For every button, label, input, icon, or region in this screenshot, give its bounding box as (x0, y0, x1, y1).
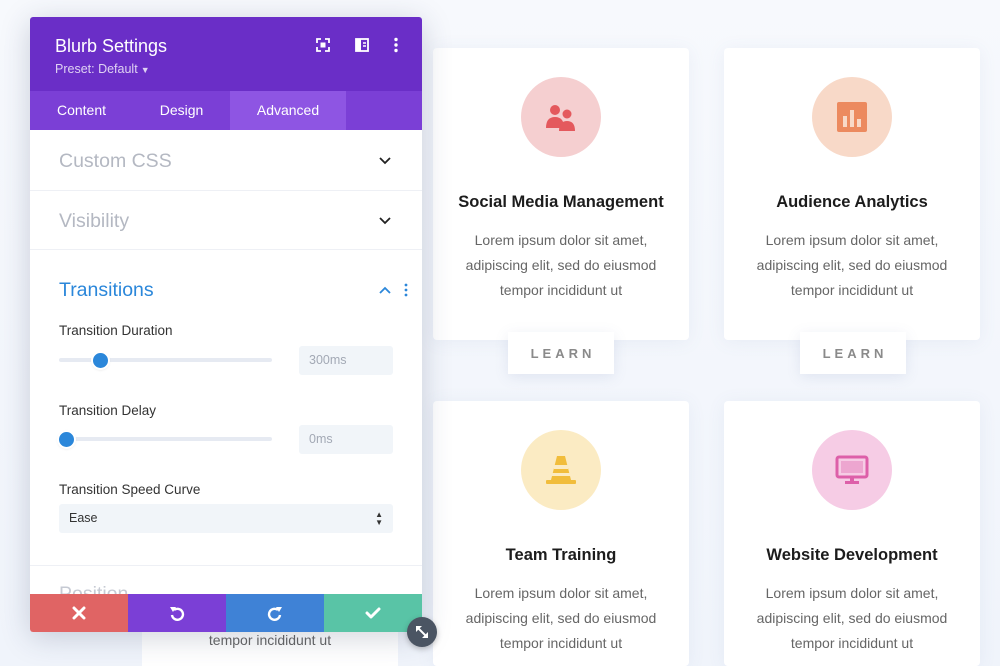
field-label: Transition Delay (59, 403, 157, 418)
blurb-card[interactable]: Website Development Lorem ipsum dolor si… (724, 401, 980, 666)
panel-header[interactable]: Blurb Settings Preset: Default ▼ (30, 17, 422, 91)
card-body: Lorem ipsum dolor sit amet, adipiscing e… (756, 232, 948, 298)
card-title: Audience Analytics (776, 193, 928, 211)
traffic-cone-icon (521, 430, 601, 510)
undo-icon (170, 607, 185, 621)
blurb-card[interactable]: Team Training Lorem ipsum dolor sit amet… (433, 401, 689, 666)
blurb-card[interactable]: Social Media Management Lorem ipsum dolo… (433, 48, 689, 340)
duration-slider-track[interactable] (59, 358, 272, 362)
field-label: Transition Speed Curve (59, 482, 201, 497)
hidden-card-text: tempor incididunt ut (208, 632, 332, 648)
field-label: Transition Duration (59, 323, 173, 338)
speed-curve-select[interactable]: Ease ▲ ▼ (59, 504, 393, 533)
more-options-icon[interactable] (387, 36, 405, 54)
monitor-icon (812, 430, 892, 510)
panel-title: Blurb Settings (55, 36, 168, 56)
blurb-card[interactable]: Audience Analytics Lorem ipsum dolor sit… (724, 48, 980, 340)
card-title: Website Development (766, 546, 938, 564)
duration-input[interactable]: 300ms (299, 346, 393, 375)
preset-label: Preset: Default (55, 62, 138, 76)
select-value: Ease (69, 511, 98, 525)
panel-footer (30, 594, 422, 632)
learn-button[interactable]: LEARN (508, 332, 614, 374)
tab-content[interactable]: Content (30, 91, 133, 130)
resize-arrows-icon (416, 626, 428, 638)
settings-tabs: Content Design Advanced (30, 91, 422, 130)
delay-slider-handle[interactable] (59, 432, 74, 447)
panel-resize-handle[interactable] (407, 617, 437, 647)
close-icon (72, 606, 86, 620)
chevron-down-icon (379, 217, 391, 225)
card-body: Lorem ipsum dolor sit amet, adipiscing e… (756, 585, 948, 651)
section-title: Custom CSS (59, 150, 172, 172)
focus-icon[interactable] (314, 36, 332, 54)
discard-button[interactable] (30, 594, 128, 632)
section-title-transitions[interactable]: Transitions (59, 279, 154, 302)
caret-down-icon: ▼ (140, 65, 150, 75)
chevron-down-icon (379, 157, 391, 165)
section-custom-css[interactable]: Custom CSS (30, 130, 422, 191)
card-body: Lorem ipsum dolor sit amet, adipiscing e… (465, 232, 657, 298)
bar-chart-icon (812, 77, 892, 157)
delay-input[interactable]: 0ms (299, 425, 393, 454)
card-title: Team Training (505, 546, 617, 564)
card-body: Lorem ipsum dolor sit amet, adipiscing e… (465, 585, 657, 651)
tab-advanced[interactable]: Advanced (230, 91, 346, 130)
section-title: Visibility (59, 210, 130, 232)
select-arrows-icon: ▲ ▼ (375, 509, 383, 527)
card-title: Social Media Management (458, 193, 664, 211)
learn-button[interactable]: LEARN (800, 332, 906, 374)
blurb-settings-panel[interactable]: Blurb Settings Preset: Default ▼ Content… (30, 17, 422, 632)
preset-dropdown[interactable]: Preset: Default ▼ (55, 62, 150, 76)
tab-design[interactable]: Design (133, 91, 230, 130)
delay-slider-track[interactable] (59, 437, 272, 441)
duration-slider-handle[interactable] (92, 353, 108, 368)
redo-button[interactable] (226, 594, 324, 632)
redo-icon (267, 607, 282, 621)
checkmark-icon (365, 607, 381, 619)
users-icon (521, 77, 601, 157)
split-view-icon[interactable] (353, 36, 371, 54)
section-divider (30, 565, 422, 566)
undo-button[interactable] (128, 594, 226, 632)
chevron-up-icon[interactable] (379, 286, 391, 294)
section-visibility[interactable]: Visibility (30, 191, 422, 250)
section-options-icon[interactable] (402, 283, 410, 297)
